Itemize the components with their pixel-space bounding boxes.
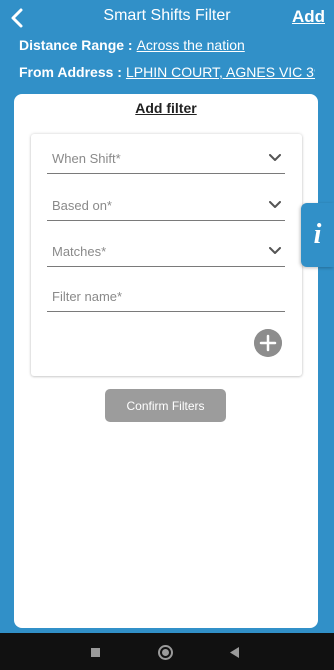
distance-range-label: Distance Range : xyxy=(19,37,133,53)
page-title: Smart Shifts Filter xyxy=(103,7,231,24)
from-address-link[interactable]: LPHIN COURT, AGNES VIC 3962 xyxy=(126,64,315,80)
filter-name-placeholder: Filter name* xyxy=(52,289,123,304)
distance-range-link[interactable]: Across the nation xyxy=(137,37,245,53)
distance-range-row: Distance Range : Across the nation xyxy=(19,37,245,53)
based-on-dropdown[interactable]: Based on* xyxy=(47,189,285,221)
sheet-title: Add filter xyxy=(14,100,318,118)
confirm-filters-button[interactable]: Confirm Filters xyxy=(105,389,226,422)
home-icon[interactable] xyxy=(158,645,173,660)
from-address-label: From Address : xyxy=(19,64,122,80)
add-filter-heading: Add filter xyxy=(135,100,197,116)
filter-sheet: Add filter When Shift* Based on* Matches… xyxy=(14,94,318,628)
plus-circle-icon[interactable] xyxy=(254,329,282,357)
chevron-down-icon xyxy=(269,154,281,161)
filter-name-input[interactable]: Filter name* xyxy=(47,280,285,312)
recent-apps-icon[interactable] xyxy=(91,648,100,657)
app-header: Smart Shifts Filter Add Distance Range :… xyxy=(0,0,334,100)
back-triangle-icon[interactable] xyxy=(230,647,240,658)
info-tab-button[interactable]: i xyxy=(301,203,334,267)
when-shift-label: When Shift* xyxy=(52,151,121,166)
based-on-label: Based on* xyxy=(52,198,112,213)
filter-card: When Shift* Based on* Matches* Filter na… xyxy=(31,134,302,376)
chevron-down-icon xyxy=(269,201,281,208)
matches-label: Matches* xyxy=(52,244,107,259)
info-icon: i xyxy=(313,219,322,250)
chevron-down-icon xyxy=(269,247,281,254)
from-address-row: From Address :LPHIN COURT, AGNES VIC 396… xyxy=(19,64,315,80)
add-button[interactable]: Add xyxy=(292,7,325,27)
matches-dropdown[interactable]: Matches* xyxy=(47,235,285,267)
android-nav-bar xyxy=(0,633,334,670)
when-shift-dropdown[interactable]: When Shift* xyxy=(47,142,285,174)
